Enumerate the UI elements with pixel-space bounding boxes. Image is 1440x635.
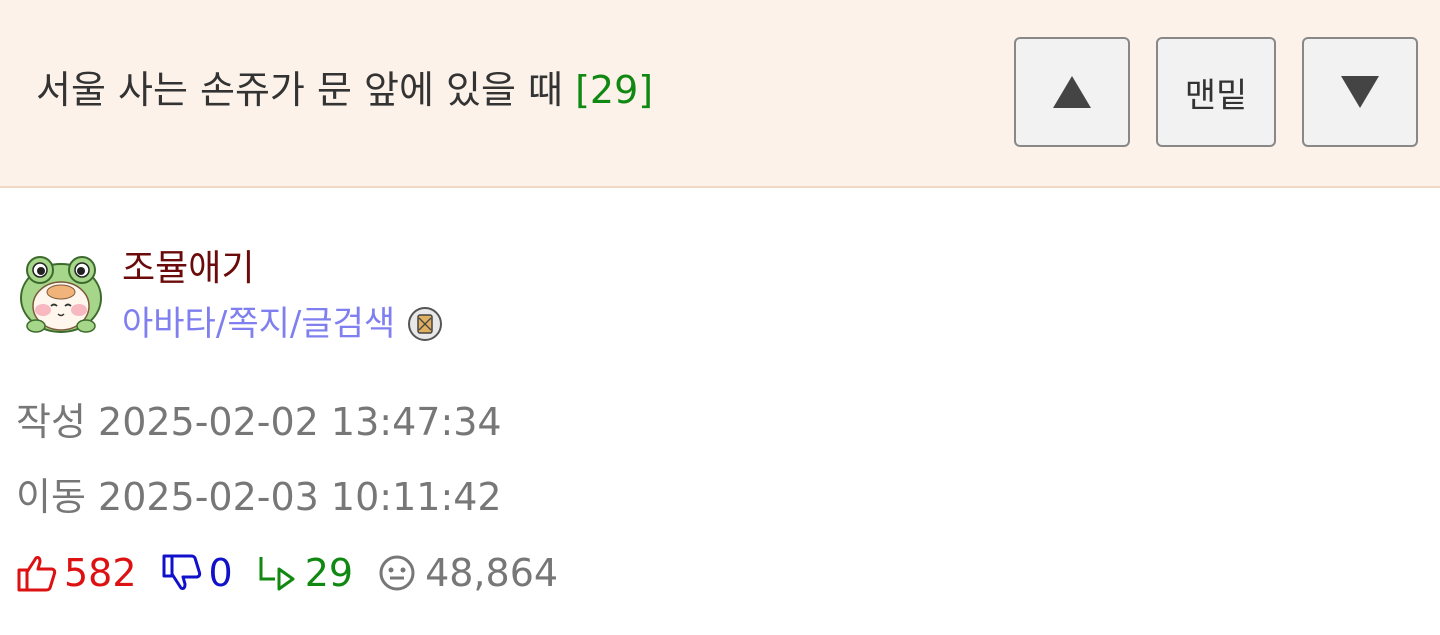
- link-separator: /: [215, 304, 228, 344]
- scroll-bottom-button[interactable]: 맨밑: [1156, 37, 1276, 147]
- dislike-button[interactable]: 0: [161, 551, 233, 595]
- post-stats: 582 0 29 48,864: [16, 547, 582, 599]
- scroll-up-button[interactable]: [1014, 37, 1130, 147]
- message-link[interactable]: 쪽지: [227, 300, 290, 348]
- scroll-down-button[interactable]: [1302, 37, 1418, 147]
- like-count: 582: [64, 551, 137, 595]
- written-date-row: 작성 2025-02-02 13:47:34: [16, 397, 502, 447]
- post-search-link[interactable]: 글검색: [301, 300, 395, 348]
- moved-date-row: 이동 2025-02-03 10:11:42: [16, 472, 502, 522]
- thumbs-up-icon: [17, 556, 57, 592]
- reply-arrow-icon: [259, 557, 295, 591]
- thumbs-down-icon: [162, 554, 201, 590]
- view-count: 48,864: [425, 551, 559, 595]
- view-count-stat: 48,864: [377, 551, 558, 595]
- post-title-text: 서울 사는 손쥬가 문 앞에 있을 때: [36, 68, 563, 112]
- reply-count: 29: [304, 551, 354, 595]
- written-date: 2025-02-02 13:47:34: [98, 400, 502, 444]
- author-links: 아바타 / 쪽지 / 글검색: [122, 300, 443, 348]
- dislike-count: 0: [208, 551, 233, 595]
- triangle-up-icon: [1053, 76, 1091, 108]
- frog-avatar-icon[interactable]: [16, 248, 106, 338]
- triangle-down-icon: [1341, 76, 1379, 108]
- avatar-link[interactable]: 아바타: [122, 300, 216, 348]
- author-nickname[interactable]: 조뮬애기: [122, 244, 254, 294]
- comment-count[interactable]: [29]: [575, 68, 653, 112]
- like-button[interactable]: 582: [16, 551, 137, 595]
- moved-label: 이동: [16, 475, 86, 519]
- view-face-icon: [379, 555, 415, 591]
- reply-button[interactable]: 29: [257, 551, 353, 595]
- written-label: 작성: [16, 400, 86, 444]
- link-separator: /: [289, 304, 302, 344]
- post-header: 서울 사는 손쥬가 문 앞에 있을 때 [29] 맨밑: [0, 0, 1440, 188]
- level-badge-icon: [408, 307, 443, 341]
- post-title: 서울 사는 손쥬가 문 앞에 있을 때 [29]: [36, 62, 653, 118]
- moved-date: 2025-02-03 10:11:42: [98, 475, 502, 519]
